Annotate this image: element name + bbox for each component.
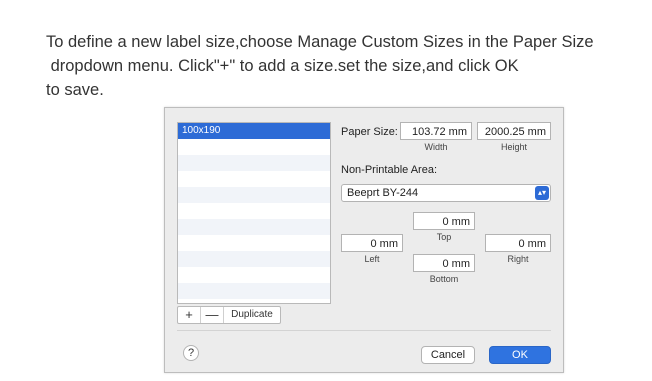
non-printable-area-label: Non-Printable Area: xyxy=(341,164,437,176)
instructions-line-1: To define a new label size,choose Manage… xyxy=(46,33,594,51)
help-button[interactable]: ? xyxy=(183,345,199,361)
height-field[interactable]: 2000.25 mm xyxy=(477,122,551,140)
size-list-empty-row xyxy=(178,203,330,219)
paper-size-label: Paper Size: xyxy=(341,126,398,138)
add-size-button[interactable]: + xyxy=(178,307,201,323)
width-label: Width xyxy=(424,142,448,152)
left-margin-field[interactable]: 0 mm xyxy=(341,234,403,252)
size-list-empty-row xyxy=(178,299,330,303)
custom-sizes-dialog: 100x190 + — Duplicate Paper Size: 103.72… xyxy=(164,107,564,373)
select-arrows-icon: ▴▾ xyxy=(535,186,549,200)
left-margin-label: Left xyxy=(364,254,380,264)
right-margin-label: Right xyxy=(507,254,529,264)
dialog-divider xyxy=(177,330,551,331)
ok-button[interactable]: OK xyxy=(489,346,551,364)
instructions-text: To define a new label size,choose Manage… xyxy=(46,30,636,102)
instructions-line-2: dropdown menu. Click"+" to add a size.se… xyxy=(46,57,519,75)
remove-size-button[interactable]: — xyxy=(201,307,224,323)
top-margin-label: Top xyxy=(436,232,452,242)
size-list-empty-row xyxy=(178,155,330,171)
top-margin-field[interactable]: 0 mm xyxy=(413,212,475,230)
height-label: Height xyxy=(500,142,527,152)
size-list-item[interactable]: 100x190 xyxy=(178,123,330,139)
size-list-empty-row xyxy=(178,219,330,235)
list-button-bar: + — Duplicate xyxy=(177,306,281,324)
right-margin-field[interactable]: 0 mm xyxy=(485,234,551,252)
size-list-empty-row xyxy=(178,251,330,267)
size-list-empty-row xyxy=(178,267,330,283)
size-list-empty-row xyxy=(178,139,330,155)
width-field[interactable]: 103.72 mm xyxy=(400,122,472,140)
size-list-empty-row xyxy=(178,187,330,203)
cancel-button[interactable]: Cancel xyxy=(421,346,475,364)
size-list-empty-row xyxy=(178,283,330,299)
printer-select[interactable]: Beeprt BY-244 ▴▾ xyxy=(341,184,551,202)
custom-size-list[interactable]: 100x190 xyxy=(177,122,331,304)
printer-select-value: Beeprt BY-244 xyxy=(347,187,419,199)
bottom-margin-label: Bottom xyxy=(429,274,459,284)
size-list-empty-row xyxy=(178,171,330,187)
size-list-empty-row xyxy=(178,235,330,251)
bottom-margin-field[interactable]: 0 mm xyxy=(413,254,475,272)
duplicate-button[interactable]: Duplicate xyxy=(224,307,280,323)
instructions-line-3: to save. xyxy=(46,81,104,99)
